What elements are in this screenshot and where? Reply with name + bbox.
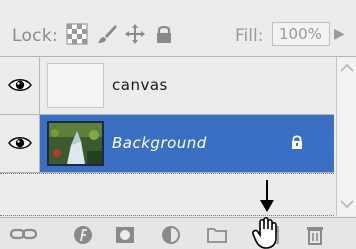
- empty-drop-area: [0, 173, 334, 216]
- layer-lock-icon: [290, 134, 304, 154]
- visibility-toggle[interactable]: [0, 57, 40, 114]
- hand-cursor-icon: [252, 216, 277, 249]
- layer-row-background[interactable]: Background: [0, 115, 334, 173]
- adjustment-layer-icon[interactable]: [160, 224, 182, 246]
- visibility-toggle[interactable]: [0, 115, 40, 172]
- annotation-arrow-icon: [260, 180, 274, 212]
- lock-fill-bar: Lock: Fill: 100% ▶: [0, 0, 356, 57]
- eye-icon: [8, 79, 32, 91]
- layer-thumbnail: [47, 121, 104, 166]
- landscape-thumbnail-icon: [49, 123, 102, 164]
- fill-dropdown-arrow[interactable]: ▶: [334, 26, 345, 42]
- layer-name: Background: [112, 134, 207, 152]
- fill-label: Fill:: [235, 26, 264, 46]
- layers-scrollbar[interactable]: [336, 57, 356, 216]
- delete-layer-icon[interactable]: [304, 224, 326, 246]
- layers-list: canvas Background: [0, 57, 334, 216]
- layer-thumbnail: [47, 63, 104, 108]
- lock-brush-icon[interactable]: [96, 23, 118, 45]
- layers-toolbar: [0, 217, 356, 249]
- lock-transparent-icon[interactable]: [66, 23, 88, 45]
- layer-name: canvas: [112, 76, 168, 94]
- lock-label: Lock:: [12, 26, 58, 46]
- fill-input[interactable]: 100%: [272, 22, 330, 46]
- link-layers-icon[interactable]: [9, 224, 38, 246]
- scroll-up-button[interactable]: [337, 59, 356, 77]
- chevron-down-icon: [339, 200, 354, 209]
- new-group-icon[interactable]: [206, 224, 228, 246]
- add-mask-icon[interactable]: [114, 224, 136, 246]
- lock-all-icon[interactable]: [153, 23, 175, 45]
- layers-panel: Lock: Fill: 100% ▶ canvas Background: [0, 0, 356, 249]
- layer-row-canvas[interactable]: canvas: [0, 57, 334, 115]
- chevron-up-icon: [339, 63, 354, 72]
- eye-icon: [8, 137, 32, 149]
- lock-move-icon[interactable]: [124, 23, 146, 45]
- layer-style-icon[interactable]: [72, 224, 94, 246]
- scroll-down-button[interactable]: [337, 195, 356, 213]
